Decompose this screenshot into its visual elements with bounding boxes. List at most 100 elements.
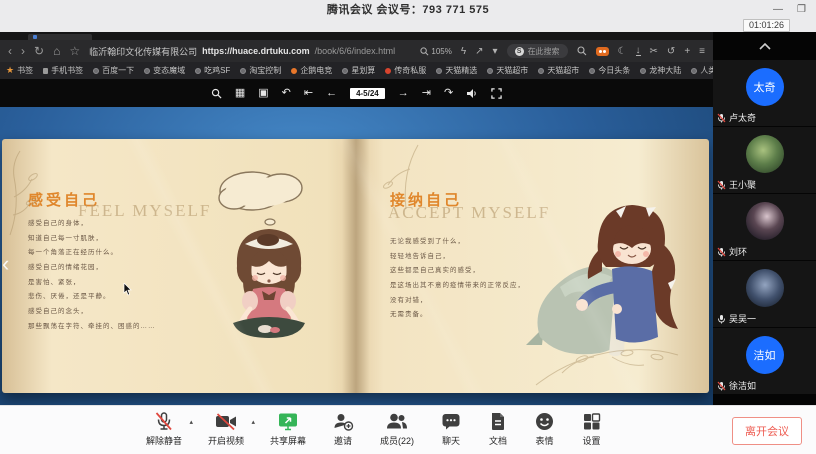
zoom-icon[interactable] [211,88,222,99]
bookmark-item[interactable]: 天猫超市 [487,65,528,76]
bookmark-item[interactable]: 手机书签 [43,65,83,76]
browser-tab[interactable] [28,34,92,40]
avatar-photo [746,202,784,240]
bookmark-item[interactable]: 龙神大陆 [640,65,681,76]
globe-icon [144,68,150,74]
single-page-icon[interactable]: ▣ [258,88,268,99]
page-indicator[interactable]: 4-5/24 [350,88,385,99]
members-button[interactable]: 成员(22) [380,411,414,447]
last-page-icon[interactable]: ⇥ [422,88,431,99]
emoji-button[interactable]: 表情 [534,411,555,447]
chat-button[interactable]: 聊天 [440,411,462,447]
start-video-button[interactable]: 开启视频 ▴ [208,411,244,447]
collapse-strip[interactable] [713,32,816,60]
caret-up-icon[interactable]: ▴ [190,418,194,426]
next-page-icon[interactable]: → [398,88,409,99]
bookmark-item[interactable]: 星划算 [342,65,375,76]
chevron-up-icon [759,43,771,50]
star-icon: ★ [6,65,14,76]
globe-icon [342,68,348,74]
unmute-button[interactable]: 解除静音 ▴ [146,411,182,447]
prev-page-icon[interactable]: ← [326,88,337,99]
search-icon[interactable] [577,46,587,56]
flame-icon [385,68,391,74]
invite-button[interactable]: 邀请 [332,411,354,447]
fullscreen-icon[interactable] [491,88,502,99]
participant-name-row: 徐洁如 [717,379,756,392]
share-icon[interactable]: ↗ [475,46,483,57]
first-page-icon[interactable]: ⇤ [304,88,313,99]
rotate-right-icon[interactable]: ↷ [444,88,453,99]
sound-icon[interactable] [466,88,478,99]
bookmark-item[interactable]: 淘宝控制 [240,65,281,76]
bookmark-item[interactable]: 人类网 [691,65,713,76]
thumbnails-icon[interactable]: ▦ [235,88,245,99]
lightning-icon[interactable]: ϟ [461,46,466,57]
penguin-icon [291,68,297,74]
docs-button[interactable]: 文档 [488,411,508,447]
bookmark-item[interactable]: 企鹅电竞 [291,65,332,76]
bookmark-item[interactable]: 吃鸡SF [195,65,230,76]
zoom-level[interactable]: 105% [420,47,451,56]
participant-tile[interactable]: 吴吴一 [713,261,816,327]
body-line: 无需责备。 [390,312,525,319]
flipbook-viewer[interactable]: 感受自己 FEEL MYSELF 感受自己的身体， 知道自己每一寸肌肤， 每一个… [0,107,713,405]
download-icon[interactable]: ↓ [636,46,641,56]
browser-search-box[interactable]: S 在此搜索 [507,44,568,58]
globe-icon [436,68,442,74]
screenshot-icon[interactable]: ✂ [650,46,658,57]
reload-icon[interactable]: ↻ [34,44,44,58]
rotate-icon[interactable]: ↶ [282,88,291,99]
game-center-icon[interactable] [596,47,609,56]
participant-tile[interactable]: 王小聚 [713,127,816,193]
leave-meeting-button[interactable]: 离开会议 [732,417,802,445]
home-icon[interactable]: ⌂ [53,44,60,58]
window-controls: — ❐ [773,0,806,18]
minimize-icon[interactable]: — [773,4,783,15]
bookmark-item[interactable]: 变态魔域 [144,65,185,76]
bookmark-item[interactable]: 天猫超市 [538,65,579,76]
folder-icon [43,68,48,74]
history-icon[interactable]: ↺ [667,46,675,57]
participant-tile[interactable]: 洁如 徐洁如 [713,328,816,394]
bookmark-item[interactable]: 今日头条 [589,65,630,76]
meeting-toolbar: 解除静音 ▴ 开启视频 ▴ 共享屏幕 邀请 成员(22) [0,405,816,454]
bookmark-item[interactable]: 天猫精选 [436,65,477,76]
meeting-titlebar: 腾讯会议 会议号：793 771 575 — ❐ [0,0,816,18]
body-line: 感受自己的念头， [28,309,156,316]
bookmark-star-icon[interactable]: ☆ [69,44,80,58]
share-screen-button[interactable]: 共享屏幕 [270,411,306,447]
mic-muted-icon [153,411,175,432]
forward-icon[interactable]: › [21,44,25,58]
prev-page-chevron[interactable]: ‹ [2,253,9,275]
avatar-photo [746,135,784,173]
menu-icon[interactable]: ≡ [699,46,705,57]
bookmark-item[interactable]: 百度一下 [93,65,134,76]
book-spread[interactable]: 感受自己 FEEL MYSELF 感受自己的身体， 知道自己每一寸肌肤， 每一个… [2,139,709,393]
magnifier-icon [420,47,429,56]
participant-tile[interactable]: 刘环 [713,194,816,260]
settings-button[interactable]: 设置 [581,411,602,447]
avatar: 太奇 [746,68,784,106]
left-page-subtitle: FEEL MYSELF [78,201,211,221]
url-bar[interactable]: 临沂翰印文化传媒有限公司 https://huace.drtuku.com/bo… [89,45,395,58]
bookmark-item[interactable]: ★书签 [6,65,33,76]
screen-share-icon [277,411,299,432]
globe-icon [240,68,246,74]
avatar: 洁如 [746,336,784,374]
back-icon[interactable]: ‹ [8,44,12,58]
body-line: 轻轻地告诉自己， [390,254,525,261]
avatar-photo [746,269,784,307]
caret-up-icon[interactable]: ▴ [252,418,256,426]
dropdown-icon[interactable]: ▾ [493,46,498,57]
night-mode-icon[interactable]: ☾ [618,46,627,57]
invite-icon [332,411,354,432]
body-line: 知道自己每一寸肌肤， [28,236,156,243]
chat-icon [440,411,462,432]
maximize-icon[interactable]: ❐ [797,4,806,15]
globe-icon [589,68,595,74]
participant-tile[interactable]: 太奇 卢太奇 [713,60,816,126]
new-tab-icon[interactable]: + [684,46,690,57]
mic-muted-icon [717,247,726,257]
bookmark-item[interactable]: 传奇私服 [385,65,426,76]
